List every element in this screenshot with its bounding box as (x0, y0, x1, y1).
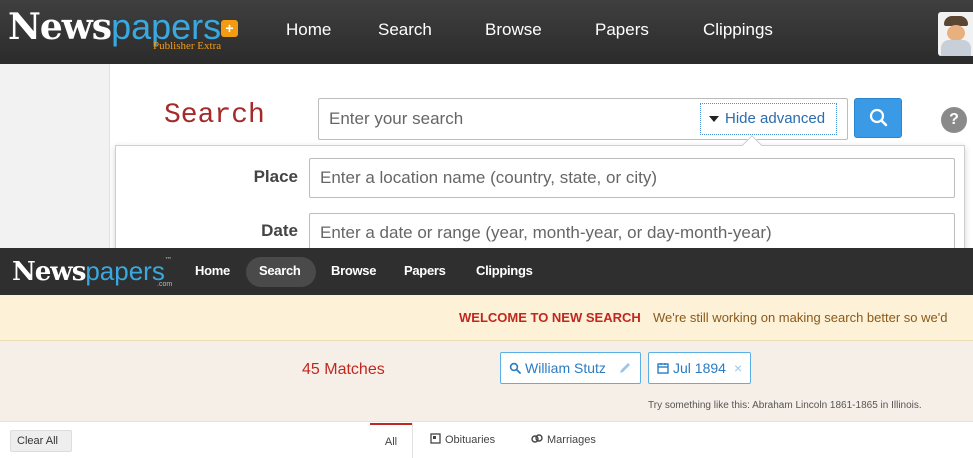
nav-clippings[interactable]: Clippings (476, 263, 533, 278)
nav-home[interactable]: Home (195, 263, 230, 278)
nav-browse[interactable]: Browse (485, 20, 542, 40)
nav-search[interactable]: Search (259, 263, 301, 278)
nav-search[interactable]: Search (378, 20, 432, 40)
search-button[interactable] (854, 98, 902, 138)
calendar-icon (657, 363, 669, 374)
advanced-search-view: Newspapers + Publisher Extra Home Search… (0, 0, 973, 248)
date-chip[interactable]: Jul 1894 × (648, 352, 752, 384)
avatar-icon[interactable] (938, 12, 973, 56)
nav-papers[interactable]: Papers (404, 263, 446, 278)
left-sidebar (0, 64, 110, 248)
page-title: Search (164, 100, 265, 131)
nav-home[interactable]: Home (286, 20, 331, 40)
welcome-banner: WELCOME TO NEW SEARCH We're still workin… (0, 295, 973, 341)
logo-subtitle: Publisher Extra (153, 40, 222, 52)
obituary-icon (430, 433, 441, 444)
results-navbar: Newspapers™ .com Home Search Browse Pape… (0, 248, 973, 295)
logo-domain: .com (157, 281, 173, 288)
caret-down-icon (709, 116, 719, 123)
date-label: Date (261, 221, 298, 240)
place-label: Place (253, 167, 298, 186)
results-tabs-row: Clear All All Obituaries Marriages (0, 421, 973, 458)
clear-all-button[interactable]: Clear All (10, 430, 72, 452)
query-chip[interactable]: William Stutz (500, 352, 641, 384)
tab-divider (412, 423, 413, 458)
pencil-icon[interactable] (618, 361, 632, 375)
nav-papers[interactable]: Papers (595, 20, 649, 40)
tab-obituaries[interactable]: Obituaries (430, 423, 495, 458)
search-results-view: Newspapers™ .com Home Search Browse Pape… (0, 248, 973, 458)
tab-marriages[interactable]: Marriages (531, 423, 596, 458)
results-summary-bar: 45 Matches William Stutz Jul 1894 × Try s… (0, 341, 973, 421)
help-icon[interactable]: ? (941, 107, 967, 133)
search-suggestion: Try something like this: Abraham Lincoln… (648, 400, 922, 411)
match-count: 45 Matches (302, 361, 385, 378)
hide-advanced-toggle[interactable]: Hide advanced (700, 103, 837, 135)
place-input[interactable] (309, 158, 955, 198)
search-icon (869, 108, 888, 127)
search-icon (509, 362, 521, 374)
newspapers-com-logo[interactable]: Newspapers™ (12, 256, 172, 287)
remove-chip-icon[interactable]: × (734, 360, 742, 376)
date-input[interactable] (309, 213, 955, 248)
nav-clippings[interactable]: Clippings (703, 20, 773, 40)
nav-browse[interactable]: Browse (331, 263, 376, 278)
rings-icon (531, 434, 543, 443)
publisher-extra-badge-icon: + (221, 20, 238, 37)
tab-all[interactable]: All (370, 423, 412, 458)
top-navbar: Newspapers + Publisher Extra Home Search… (0, 0, 973, 64)
welcome-heading: WELCOME TO NEW SEARCH (459, 310, 641, 325)
welcome-message: We're still working on making search bet… (653, 310, 948, 325)
